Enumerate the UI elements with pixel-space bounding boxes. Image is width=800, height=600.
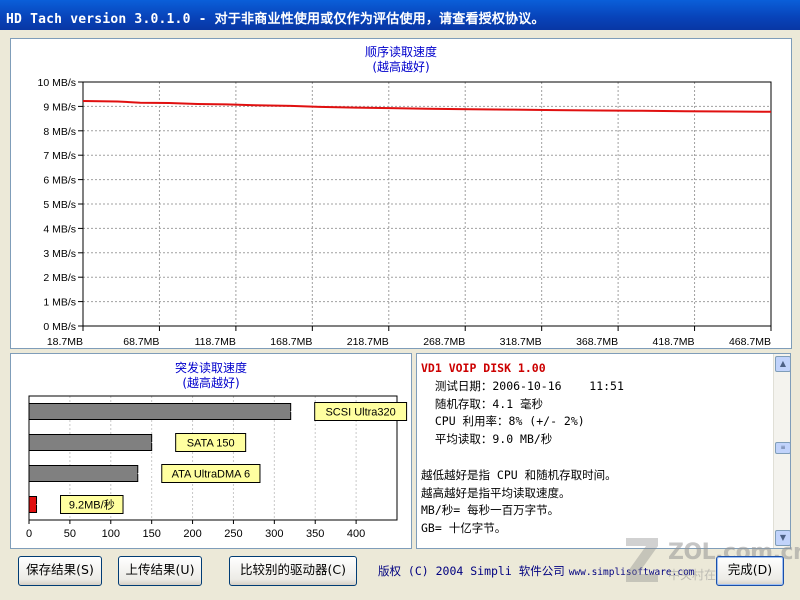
y-tick-label: 4 MB/s: [43, 223, 76, 235]
app-title: HD Tach version 3.0.1.0: [6, 12, 191, 27]
drive-info-text: VD1 VOIP DISK 1.00 测试日期：2006-10-16 11:51…: [421, 360, 771, 538]
burst-read-chart: 0 50 100 150 200 250 300 350 400 SCSI Ultra320 SAT…: [26, 395, 408, 540]
sequential-read-panel: 顺序读取速度 (越高越好) 10 MB/s 9 MB/s 8 MB/s 7 MB/s 6…: [10, 38, 792, 349]
scroll-up-arrow-icon[interactable]: ▲: [775, 356, 791, 372]
drive-name: VD1 VOIP DISK 1.00: [421, 361, 546, 375]
burst-bar: [28, 496, 38, 513]
y-tick-label: 0 MB/s: [43, 321, 76, 333]
bar-label: SATA 150: [187, 438, 235, 450]
zol-logo-icon: [626, 538, 658, 582]
x-tick-label: 50: [64, 528, 76, 540]
x-tick-label: 468.7MB: [729, 336, 771, 348]
upload-results-button[interactable]: 上传结果(U): [118, 556, 202, 586]
y-tick-label: 9 MB/s: [43, 101, 76, 113]
y-tick-label: 10 MB/s: [37, 77, 76, 89]
title-bar: HD Tach version 3.0.1.0- 对于非商业性使用或仅作为评估使用…: [0, 0, 800, 30]
info-blank-line: [421, 449, 771, 467]
x-tick-label: 0: [26, 528, 32, 540]
title-separator: -: [198, 12, 207, 27]
x-tick-label: 400: [347, 528, 365, 540]
x-tick-label: 168.7MB: [270, 336, 312, 348]
x-tick-label: 150: [142, 528, 160, 540]
sequential-read-chart: 10 MB/s 9 MB/s 8 MB/s 7 MB/s 6 MB/s 5 MB/s 4 M…: [37, 77, 772, 348]
info-note-mbps: MB/秒= 每秒一百万字节。: [421, 503, 560, 518]
burst-bar: [28, 465, 139, 482]
info-random-access: 随机存取：4.1 毫秒: [421, 396, 544, 411]
drive-info-panel: VD1 VOIP DISK 1.00 测试日期：2006-10-16 11:51…: [416, 353, 791, 549]
license-notice: 对于非商业性使用或仅作为评估使用，请查看授权协议。: [214, 12, 545, 27]
info-note-lower-better: 越低越好是指 CPU 和随机存取时间。: [421, 467, 617, 482]
x-tick-label: 100: [102, 528, 120, 540]
y-tick-label: 5 MB/s: [43, 199, 76, 211]
info-test-date: 测试日期：2006-10-16 11:51: [421, 378, 624, 393]
y-tick-label: 7 MB/s: [43, 150, 76, 162]
window-title: HD Tach version 3.0.1.0- 对于非商业性使用或仅作为评估使用…: [6, 8, 545, 27]
burst-bar: [28, 434, 153, 451]
y-tick-label: 8 MB/s: [43, 126, 76, 138]
bar-label: SCSI Ultra320: [325, 407, 395, 419]
x-tick-label: 418.7MB: [653, 336, 695, 348]
x-tick-label: 218.7MB: [347, 336, 389, 348]
save-results-button[interactable]: 保存结果(S): [18, 556, 102, 586]
burst-bar: [28, 403, 292, 420]
x-tick-label: 368.7MB: [576, 336, 618, 348]
x-tick-label: 268.7MB: [423, 336, 465, 348]
copyright-notice: 版权 (C) 2004 Simpli 软件公司: [378, 564, 565, 578]
y-tick-label: 6 MB/s: [43, 175, 76, 187]
x-tick-label: 350: [306, 528, 324, 540]
info-scrollbar[interactable]: ▲ ≡ ▼: [773, 354, 791, 548]
x-tick-label: 318.7MB: [500, 336, 542, 348]
x-tick-label: 18.7MB: [47, 336, 83, 348]
info-cpu-usage: CPU 利用率：8% (+/- 2%): [421, 414, 585, 429]
scroll-grip-icon[interactable]: ≡: [775, 442, 791, 454]
burst-read-panel: 突发读取速度 (越高越好) 0 50 100 150 200 250 300 350 400 SC…: [10, 353, 412, 549]
bar-label: 9.2MB/秒: [69, 498, 115, 512]
y-tick-label: 3 MB/s: [43, 248, 76, 260]
compare-drives-button[interactable]: 比较别的驱动器(C): [229, 556, 357, 586]
x-tick-label: 200: [183, 528, 201, 540]
x-tick-label: 300: [265, 528, 283, 540]
x-tick-label: 68.7MB: [123, 336, 159, 348]
info-note-higher-better: 越高越好是指平均读取速度。: [421, 485, 571, 500]
info-note-gb: GB= 十亿字节。: [421, 521, 507, 536]
done-button[interactable]: 完成(D): [716, 556, 784, 586]
y-tick-label: 2 MB/s: [43, 272, 76, 284]
info-average-read: 平均读取：9.0 MB/秒: [421, 432, 553, 447]
y-tick-label: 1 MB/s: [43, 297, 76, 309]
x-tick-label: 118.7MB: [195, 336, 236, 348]
bar-label: ATA UltraDMA 6: [172, 469, 250, 481]
x-tick-label: 250: [224, 528, 242, 540]
